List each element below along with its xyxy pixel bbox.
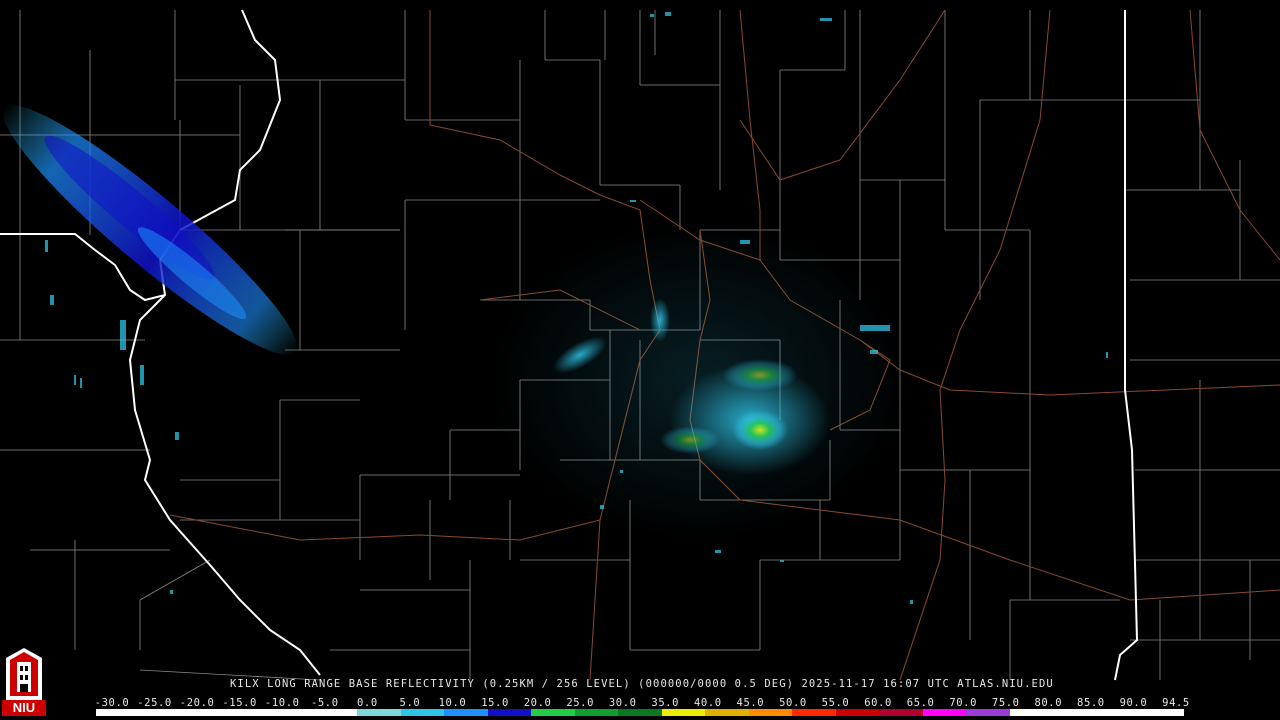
- colorbar-swatch: [792, 709, 836, 716]
- colorbar-tick: -5.0: [310, 697, 339, 709]
- reflectivity-colorbar: [96, 709, 1184, 716]
- colorbar-swatch: [966, 709, 1010, 716]
- colorbar-swatch: [226, 709, 271, 716]
- colorbar-tick: 94.5: [1162, 697, 1190, 709]
- niu-tower-logo-icon: NIU: [2, 648, 46, 716]
- colorbar-swatch: [357, 709, 401, 716]
- colorbar-tick: 75.0: [991, 697, 1020, 709]
- colorbar-tick: 35.0: [651, 697, 680, 709]
- colorbar-tick: 50.0: [779, 697, 807, 709]
- colorbar-swatch: [574, 709, 619, 716]
- colorbar-tick: 5.0: [399, 697, 421, 709]
- colorbar-tick: 85.0: [1077, 697, 1105, 709]
- radar-map: [0, 9, 1280, 681]
- colorbar-tick: 80.0: [1034, 697, 1063, 709]
- colorbar-swatch: [531, 709, 575, 716]
- colorbar-swatch: [835, 709, 880, 716]
- colorbar-swatch: [444, 709, 488, 716]
- colorbar-swatch: [922, 709, 967, 716]
- colorbar-tick: 60.0: [864, 697, 892, 709]
- colorbar-swatch: [270, 709, 314, 716]
- colorbar-swatch: [705, 709, 749, 716]
- colorbar-swatch: [487, 709, 532, 716]
- colorbar-tick: 40.0: [693, 697, 722, 709]
- colorbar-swatch: [139, 709, 184, 716]
- colorbar-tick: 0.0: [356, 697, 378, 709]
- colorbar-swatch: [748, 709, 793, 716]
- colorbar-tick: -15.0: [222, 697, 257, 709]
- colorbar-tick: -10.0: [264, 697, 300, 709]
- colorbar-tick: -25.0: [137, 697, 172, 709]
- colorbar-tick: 45.0: [736, 697, 765, 709]
- colorbar-swatch: [1009, 709, 1054, 716]
- colorbar-tick: 20.0: [523, 697, 552, 709]
- colorbar-tick: 10.0: [438, 697, 467, 709]
- colorbar-tick: 55.0: [821, 697, 850, 709]
- colorbar-swatch: [96, 709, 140, 716]
- colorbar-swatch: [618, 709, 662, 716]
- colorbar-tick: 65.0: [906, 697, 935, 709]
- colorbar-tick: 90.0: [1119, 697, 1148, 709]
- colorbar-swatch: [1140, 709, 1184, 716]
- colorbar-swatch: [183, 709, 227, 716]
- colorbar-tick: 30.0: [608, 697, 637, 709]
- colorbar-tick: -20.0: [179, 697, 215, 709]
- colorbar-swatch: [879, 709, 923, 716]
- colorbar-tick: -30.0: [94, 697, 130, 709]
- colorbar-tick: 25.0: [566, 697, 594, 709]
- colorbar-tick: 70.0: [949, 697, 978, 709]
- colorbar-swatch: [1096, 709, 1141, 716]
- colorbar-swatch: [661, 709, 706, 716]
- colorbar-swatch: [313, 709, 358, 716]
- colorbar-tick: 15.0: [481, 697, 509, 709]
- colorbar-swatch: [400, 709, 445, 716]
- product-caption: KILX LONG RANGE BASE REFLECTIVITY (0.25K…: [230, 678, 1054, 690]
- colorbar-swatch: [1053, 709, 1097, 716]
- colorbar-labels: -30.0 -25.0 -20.0 -15.0 -10.0 -5.0 0.0 5.0 10.0 1…: [0, 697, 1280, 709]
- logo-text: NIU: [13, 700, 35, 715]
